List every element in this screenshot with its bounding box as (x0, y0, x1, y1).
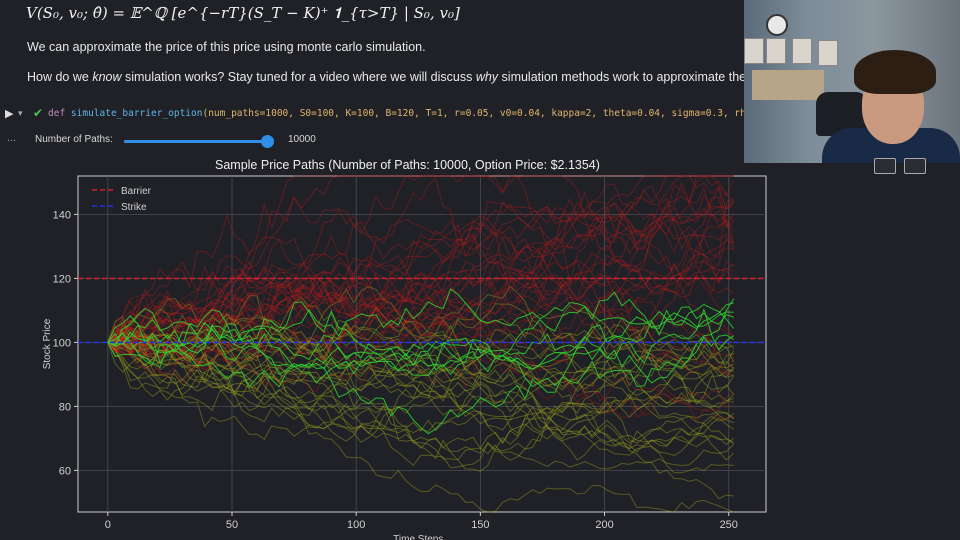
price-path-line (107, 175, 735, 343)
x-axis-label: Time Steps (393, 534, 443, 540)
clock-icon (766, 14, 788, 36)
price-path-line (107, 177, 734, 343)
wall-poster (818, 40, 838, 66)
pin-board (752, 70, 824, 100)
y-tick-label: 60 (59, 465, 71, 477)
price-path-line (107, 175, 734, 343)
wall-poster (766, 38, 786, 64)
y-tick-label: 100 (53, 337, 71, 349)
y-axis-label: Stock Price (42, 318, 53, 369)
wall-poster (792, 38, 812, 64)
x-tick-label: 0 (105, 519, 111, 531)
wall-poster (744, 38, 764, 64)
x-tick-label: 200 (595, 519, 613, 531)
x-tick-label: 150 (471, 519, 489, 531)
price-path-line (107, 175, 735, 343)
toolbar-button[interactable] (904, 158, 926, 174)
toolbar-button[interactable] (874, 158, 896, 174)
price-path-line (107, 175, 734, 343)
price-path-line (107, 175, 735, 343)
legend-label: Strike (121, 202, 147, 213)
presenter-hair (854, 50, 936, 94)
price-path-line (107, 175, 735, 343)
x-tick-label: 100 (347, 519, 365, 531)
x-tick-label: 50 (226, 519, 238, 531)
legend-label: Barrier (121, 186, 152, 197)
y-tick-label: 140 (53, 209, 71, 221)
x-tick-label: 250 (720, 519, 738, 531)
webcam-overlay (744, 0, 960, 163)
y-tick-label: 80 (59, 401, 71, 413)
y-tick-label: 120 (53, 273, 71, 285)
